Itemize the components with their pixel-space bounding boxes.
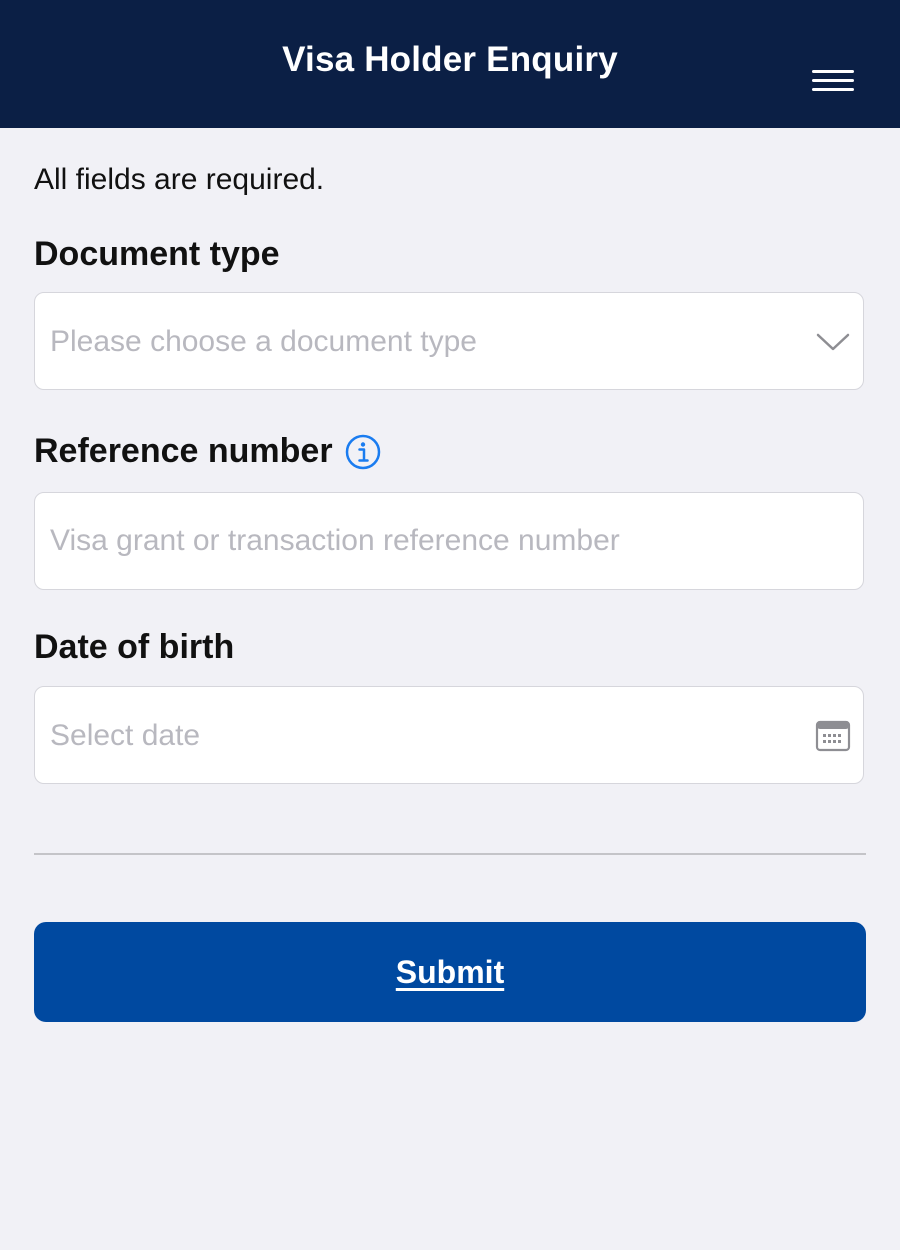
menu-line	[812, 70, 854, 73]
date-of-birth-placeholder: Select date	[50, 719, 201, 752]
hamburger-menu-icon[interactable]	[808, 58, 858, 98]
date-of-birth-label: Date of birth	[34, 628, 234, 667]
document-type-label: Document type	[34, 235, 280, 274]
top-app-bar: Visa Holder Enquiry	[0, 0, 900, 128]
reference-number-field[interactable]	[34, 492, 864, 590]
page-title: Visa Holder Enquiry	[282, 40, 618, 79]
menu-line	[812, 79, 854, 82]
menu-line	[812, 88, 854, 91]
submit-button-label: Submit	[395, 953, 505, 990]
date-of-birth-picker[interactable]: Select date	[34, 686, 864, 784]
date-of-birth-label-text: Date of birth	[34, 628, 235, 666]
chevron-down-icon	[816, 333, 850, 351]
info-icon[interactable]	[345, 434, 381, 470]
required-fields-note: All fields are required.	[34, 163, 325, 196]
document-type-placeholder: Please choose a document type	[50, 325, 477, 358]
calendar-icon	[815, 720, 851, 752]
reference-number-label-text: Reference number	[34, 432, 333, 470]
document-type-label-text: Document type	[34, 235, 280, 273]
reference-number-label: Reference number	[34, 432, 381, 471]
document-type-select[interactable]: Please choose a document type	[34, 292, 864, 390]
submit-button[interactable]: Submit	[34, 922, 866, 1022]
reference-number-input[interactable]	[50, 493, 790, 589]
section-divider	[34, 853, 866, 855]
